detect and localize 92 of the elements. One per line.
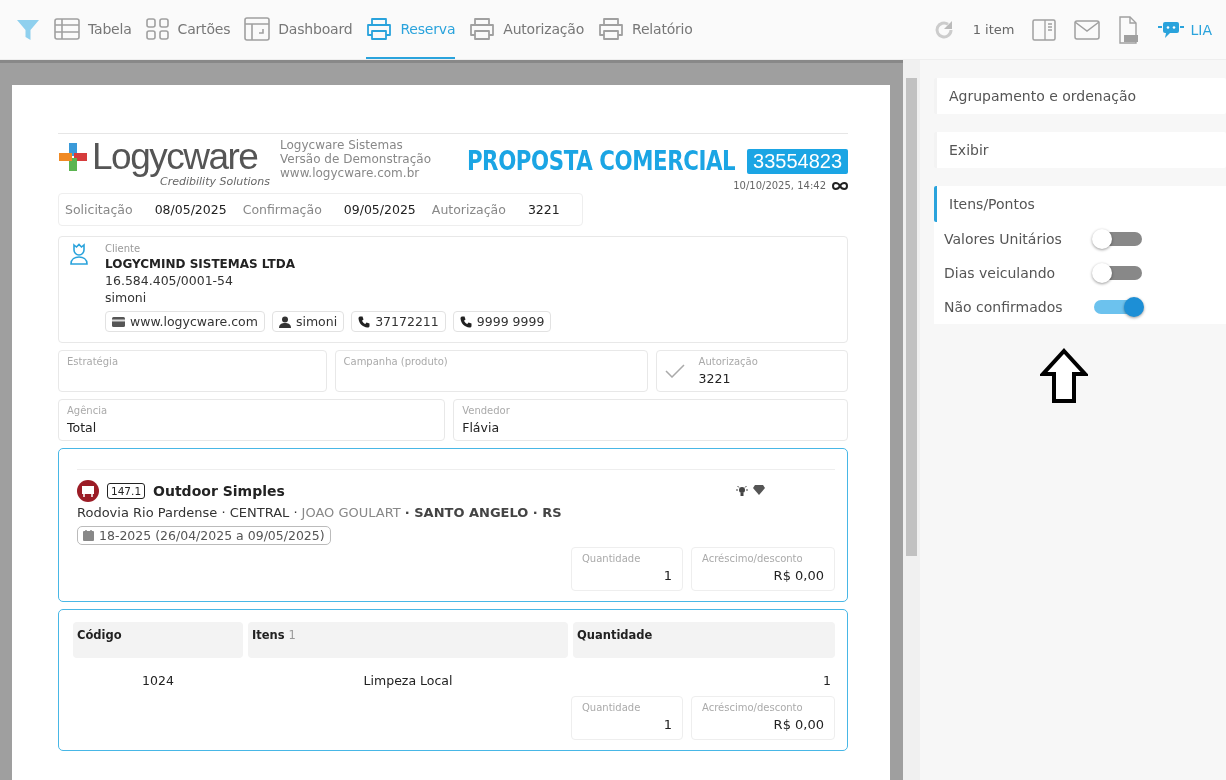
field-value: R$ 0,00 — [772, 568, 824, 583]
period-chip: 18-2025 (26/04/2025 a 09/05/2025) — [77, 526, 331, 545]
field-label: Agência — [67, 405, 109, 416]
field-label: Quantidade — [582, 553, 642, 564]
date-value: 09/05/2025 — [343, 202, 416, 217]
panel-icon[interactable] — [1032, 18, 1057, 41]
toggle-switch[interactable] — [1094, 266, 1142, 280]
client-document: 16.584.405/0001-54 — [105, 273, 234, 288]
section-header[interactable]: Agrupamento e ordenação — [934, 78, 1226, 114]
toolbar-tab[interactable]: Autorização — [469, 0, 584, 59]
toggle-label: Valores Unitários — [944, 231, 1063, 247]
toggle-switch[interactable] — [1094, 300, 1142, 314]
toggle-label: Dias veiculando — [944, 265, 1057, 281]
field-value: Flávia — [462, 420, 501, 435]
column-header: Itens 1 — [248, 622, 568, 658]
contact-chip[interactable]: 37172211 — [351, 311, 446, 332]
toolbar-tab[interactable]: Cartões — [145, 0, 231, 59]
contact-chip[interactable]: simoni — [271, 311, 345, 332]
field-label: Acréscimo/desconto — [702, 553, 804, 564]
company-info: Versão de Demonstração — [280, 152, 431, 166]
form-field[interactable]: Quantidade 1 — [571, 547, 683, 591]
dashboard-icon — [244, 16, 271, 41]
toggle-switch[interactable] — [1094, 232, 1142, 246]
date-label: Solicitação — [65, 202, 133, 217]
form-field[interactable]: Quantidade 1 — [571, 696, 683, 740]
field-value: 1 — [662, 568, 672, 583]
field-label: Estratégia — [67, 356, 119, 367]
form-field[interactable]: Acréscimo/desconto R$ 0,00 — [691, 696, 835, 740]
column-header: Quantidade — [573, 622, 835, 658]
printer-icon — [366, 16, 393, 41]
diamond-icon — [753, 485, 765, 495]
toolbar-tab[interactable]: Relatório — [598, 0, 693, 59]
field-value: R$ 0,00 — [772, 717, 824, 732]
date-label: Autorização — [431, 202, 506, 217]
item-title: Outdoor Simples — [153, 483, 285, 499]
date-label: Confirmação — [242, 202, 322, 217]
item-code: 147.1 — [107, 483, 146, 499]
column-header: Código — [73, 622, 243, 658]
mail-icon[interactable] — [1074, 19, 1101, 40]
field-label: Quantidade — [582, 702, 642, 713]
section-header[interactable]: Exibir — [934, 132, 1226, 168]
table-icon — [54, 17, 80, 40]
infinity-icon — [832, 180, 848, 191]
client-contact: simoni — [105, 290, 148, 305]
table-cell-text: Limpeza Local — [362, 672, 454, 690]
person-icon — [278, 315, 291, 328]
card-icon — [112, 316, 125, 327]
item-address: Rodovia Rio Pardense · CENTRAL · JOAO GOULART · SANTO ANGELO · RS — [77, 505, 563, 520]
logo-tagline: Credibility Solutions — [159, 175, 270, 188]
field-value: 3221 — [698, 371, 732, 386]
proposal-number: 33554823 — [747, 148, 848, 174]
table-cell-text: 1024 — [141, 672, 175, 690]
date-value: 3221 — [527, 202, 560, 217]
cross-logo-icon — [58, 141, 88, 172]
form-field[interactable]: Vendedor Flávia — [453, 399, 848, 441]
phone-icon — [459, 315, 472, 328]
item-count: 1 item — [972, 22, 1015, 37]
company-info: Logycware Sistemas — [280, 138, 404, 152]
phone-icon — [358, 315, 371, 328]
calendar-icon — [83, 530, 94, 541]
table-cell-text: 1 — [822, 672, 832, 690]
date-value: 08/05/2025 — [154, 202, 227, 217]
client-name: LOGYCMIND SISTEMAS LTDA — [105, 257, 296, 271]
logo-wordmark: Logycware — [92, 138, 258, 175]
contact-chip[interactable]: 9999 9999 — [452, 311, 552, 332]
toolbar-tab[interactable]: Dashboard — [244, 0, 353, 59]
lightbulb-icon — [735, 485, 749, 497]
field-label: Autorização — [698, 356, 758, 367]
toggle-label: Não confirmados — [944, 299, 1064, 315]
field-label: Campanha (produto) — [343, 356, 449, 367]
form-field[interactable]: Autorização 3221 — [655, 350, 848, 392]
up-arrow-icon — [1040, 348, 1088, 404]
form-field[interactable]: Agência Total — [58, 399, 446, 441]
document-title: PROPOSTA COMERCIAL — [466, 146, 735, 176]
timestamp: 10/10/2025, 14:42 — [733, 180, 826, 191]
field-label: Vendedor — [462, 405, 511, 416]
contact-chip[interactable]: www.logycware.com — [105, 311, 265, 332]
filter-icon[interactable] — [16, 18, 40, 41]
person-icon — [69, 243, 89, 265]
field-label: Acréscimo/desconto — [702, 702, 804, 713]
grid-icon — [145, 17, 170, 40]
field-value: Total — [67, 420, 98, 435]
company-info: www.logycware.com.br — [280, 166, 421, 180]
form-field[interactable]: Acréscimo/desconto R$ 0,00 — [691, 547, 835, 591]
toolbar-tab[interactable]: Tabela — [54, 0, 132, 59]
printer-icon — [469, 16, 496, 41]
pdf-file-icon[interactable] — [1118, 15, 1141, 44]
client-label: Cliente — [105, 243, 142, 254]
billboard-icon — [77, 480, 99, 502]
field-value: 1 — [662, 717, 672, 732]
scrollbar-thumb[interactable] — [906, 78, 917, 556]
printer-icon — [598, 16, 624, 41]
